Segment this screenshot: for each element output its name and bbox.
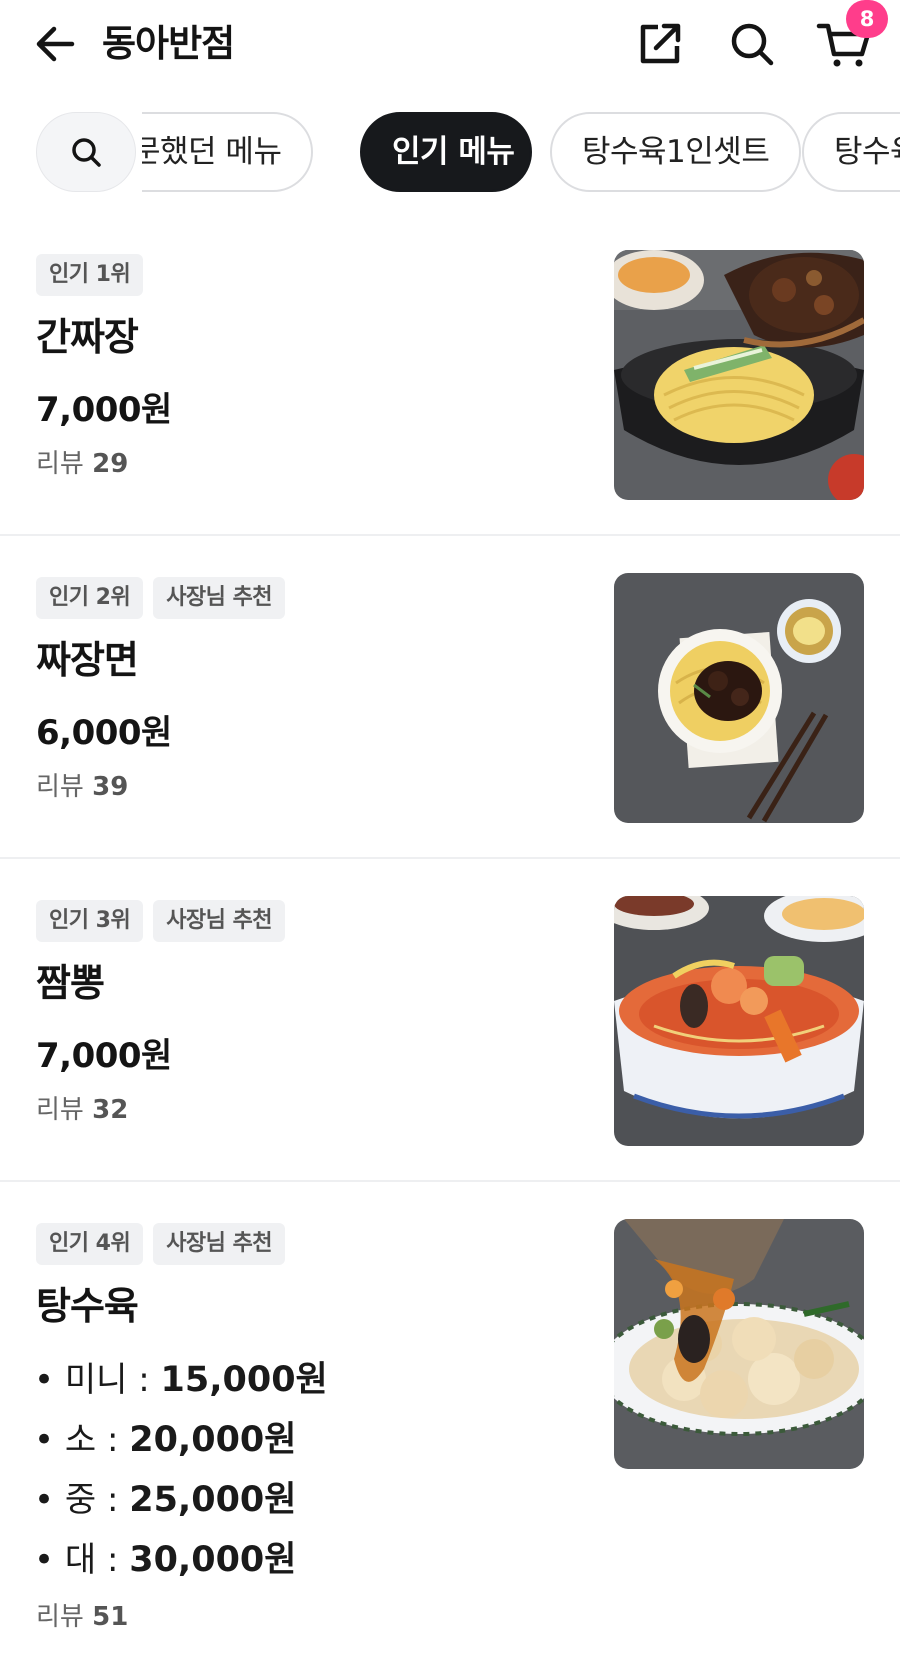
- size-option-small: • 소 : 20,000원: [34, 1420, 297, 1460]
- menu-search-button[interactable]: [36, 112, 136, 192]
- menu-price: 7,000원: [36, 390, 172, 430]
- chip-ordered-menu[interactable]: 주문했던 메뉴: [142, 112, 314, 192]
- chip-tangsuyuk[interactable]: 탕수육: [802, 112, 900, 192]
- jjamppong-photo[interactable]: [614, 896, 864, 1146]
- ganjjajang-photo[interactable]: [614, 250, 864, 500]
- owner-recommend-badge: 사장님 추천: [153, 900, 286, 942]
- item-divider: [0, 1180, 900, 1182]
- rank-badge: 인기 1위: [36, 254, 144, 296]
- search-icon[interactable]: [726, 18, 778, 70]
- review-count: 리뷰 29: [36, 449, 129, 479]
- menu-name: 짬뽕: [36, 961, 105, 1005]
- chip-popular-menu[interactable]: 인기 메뉴: [360, 112, 532, 192]
- badge-group: 인기 2위 사장님 추천: [36, 577, 286, 619]
- review-count: 리뷰 39: [36, 772, 129, 802]
- owner-recommend-badge: 사장님 추천: [153, 1223, 286, 1265]
- rank-badge: 인기 3위: [36, 900, 144, 942]
- review-count: 리뷰 32: [36, 1095, 129, 1125]
- owner-recommend-badge: 사장님 추천: [153, 577, 286, 619]
- menu-name: 짜장면: [36, 638, 139, 682]
- badge-group: 인기 1위: [36, 254, 144, 296]
- chip-scroll-area[interactable]: 주문했던 메뉴 인기 메뉴 탕수육1인셋트 탕수육: [142, 110, 900, 194]
- chip-tangsuyuk-single-set[interactable]: 탕수육1인셋트: [550, 112, 802, 192]
- review-count: 리뷰 51: [36, 1602, 129, 1632]
- menu-price: 6,000원: [36, 713, 172, 753]
- size-option-mini: • 미니 : 15,000원: [34, 1360, 328, 1400]
- badge-group: 인기 3위 사장님 추천: [36, 900, 286, 942]
- menu-name: 탕수육: [36, 1284, 139, 1328]
- rank-badge: 인기 2위: [36, 577, 144, 619]
- cart-count-badge: 8: [846, 0, 888, 38]
- badge-group: 인기 4위 사장님 추천: [36, 1223, 286, 1265]
- back-arrow-icon[interactable]: [32, 20, 80, 68]
- category-chip-bar: 주문했던 메뉴 인기 메뉴 탕수육1인셋트 탕수육: [0, 110, 900, 194]
- item-divider: [0, 534, 900, 536]
- store-title: 동아반점: [102, 22, 235, 65]
- tangsuyuk-photo[interactable]: [614, 1219, 864, 1469]
- size-option-large: • 대 : 30,000원: [34, 1540, 297, 1580]
- share-icon[interactable]: [634, 18, 686, 70]
- jjajangmyeon-photo[interactable]: [614, 573, 864, 823]
- menu-price: 7,000원: [36, 1036, 172, 1076]
- size-option-medium: • 중 : 25,000원: [34, 1480, 297, 1520]
- rank-badge: 인기 4위: [36, 1223, 144, 1265]
- menu-name: 간짜장: [36, 315, 139, 359]
- search-icon: [72, 138, 101, 167]
- item-divider: [0, 857, 900, 859]
- app-header: 동아반점 8: [0, 0, 900, 96]
